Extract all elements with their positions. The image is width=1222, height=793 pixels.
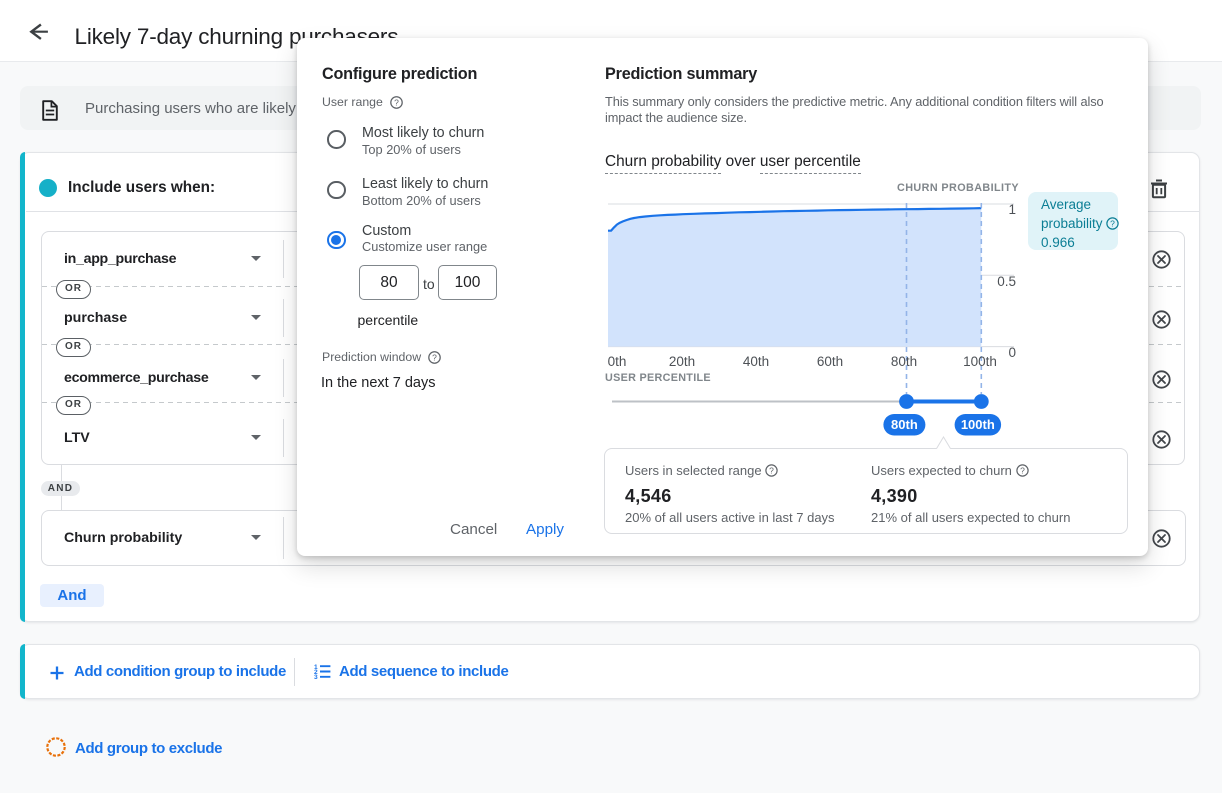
svg-text:80th: 80th (891, 417, 918, 432)
svg-text:?: ? (1110, 218, 1115, 228)
svg-text:100th: 100th (961, 417, 995, 432)
svg-text:?: ? (769, 465, 774, 475)
svg-text:?: ? (432, 352, 437, 362)
svg-text:3: 3 (314, 674, 318, 679)
svg-text:?: ? (394, 97, 399, 107)
svg-text:?: ? (1020, 465, 1025, 475)
